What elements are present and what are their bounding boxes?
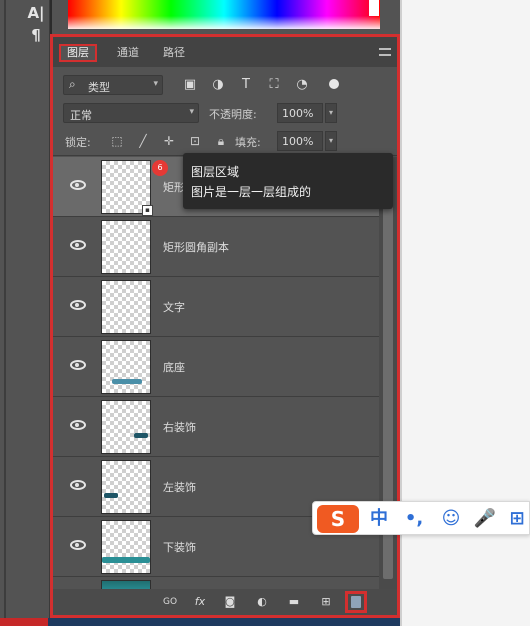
white-swatch[interactable] (369, 0, 379, 16)
blend-row: 正常 ▾ 不透明度: 100% ▾ (53, 101, 397, 125)
filter-type-value: 类型 (88, 81, 110, 94)
layer-thumbnail (101, 340, 151, 394)
fx-icon[interactable]: fx (191, 594, 209, 610)
folder-icon[interactable]: ▬ (285, 594, 303, 610)
blend-mode-value: 正常 (70, 109, 92, 122)
shape-filter-icon[interactable]: ⛶ (265, 76, 283, 94)
layer-thumbnail (101, 280, 151, 334)
panel-menu-icon[interactable] (379, 48, 391, 56)
thumbnail-content (134, 433, 148, 438)
layer-thumbnail (101, 220, 151, 274)
ime-voice-icon[interactable]: 🎤 (471, 507, 499, 531)
tab-layers[interactable]: 图层 (59, 44, 97, 62)
fill-label: 填充: (235, 136, 261, 149)
visibility-eye-icon[interactable] (70, 180, 86, 190)
tools-strip: A| ¶ (0, 0, 50, 626)
adjustment-filter-icon[interactable]: ◑ (209, 76, 227, 94)
visibility-eye-icon[interactable] (70, 240, 86, 250)
layer-name: 右装饰 (163, 421, 196, 434)
layer-thumbnail: ▪ (101, 160, 153, 216)
character-panel-icon[interactable]: A| (26, 4, 46, 22)
tab-channels[interactable]: 通道 (111, 44, 145, 62)
chevron-down-icon: ▾ (153, 79, 158, 89)
lock-row: 锁定: ⬚ ╱ ✛ ⊡ 🔒︎ 填充: 100% ▾ (53, 129, 397, 153)
chevron-down-icon: ▾ (189, 107, 194, 117)
layer-name: 左装饰 (163, 481, 196, 494)
visibility-eye-icon[interactable] (70, 300, 86, 310)
layer-name: 矩形 (163, 181, 185, 194)
layer-name: 底座 (163, 361, 185, 374)
smart-object-icon: ▪ (142, 205, 153, 216)
paragraph-panel-icon[interactable]: ¶ (26, 26, 46, 44)
thumbnail-content (112, 379, 142, 384)
lock-label: 锁定: (65, 136, 91, 149)
mask-icon[interactable]: ◙ (221, 594, 239, 610)
adjustment-icon[interactable]: ◐ (253, 594, 271, 610)
layers-tooltip: 图层区域 图片是一层一层组成的 (183, 153, 393, 209)
tools-divider (4, 0, 6, 626)
visibility-eye-icon[interactable] (70, 420, 86, 430)
layer-thumbnail (101, 580, 151, 589)
trash-icon[interactable] (345, 591, 367, 613)
ime-keyboard-icon[interactable]: ⊞ (505, 507, 529, 531)
opacity-dropdown-button[interactable]: ▾ (325, 103, 337, 123)
lock-all-icon[interactable]: 🔒︎ (213, 133, 229, 149)
layer-thumbnail (101, 460, 151, 514)
layer-thumbnail (101, 520, 151, 574)
layer-name: 下装饰 (163, 541, 196, 554)
layer-row[interactable] (53, 577, 379, 589)
taskbar-strip (0, 618, 400, 626)
filter-toggle-icon[interactable] (329, 79, 339, 89)
lock-artboard-icon[interactable]: ⊡ (187, 133, 203, 149)
visibility-eye-icon[interactable] (70, 540, 86, 550)
sogou-logo-icon[interactable]: S (317, 505, 359, 533)
layer-name: 文字 (163, 301, 185, 314)
color-spectrum[interactable] (68, 0, 380, 29)
layer-thumbnail (101, 400, 151, 454)
link-layers-icon[interactable]: GO (161, 594, 179, 610)
filter-row: ⌕ 类型 ▾ ▣ ◑ T ⛶ ◔ (53, 73, 397, 97)
layer-row[interactable]: 底座 (53, 337, 379, 397)
tooltip-title: 图层区域 (191, 165, 240, 179)
panel-tabbar: 图层 通道 路径 (53, 37, 397, 67)
search-icon: ⌕ (69, 77, 76, 91)
layer-row[interactable]: 矩形圆角副本 (53, 217, 379, 277)
layer-name: 矩形圆角副本 (163, 241, 229, 254)
layers-bottom-bar: GO fx ◙ ◐ ▬ ⊞ (53, 589, 397, 615)
blend-mode-select[interactable]: 正常 ▾ (63, 103, 199, 123)
image-filter-icon[interactable]: ▣ (181, 76, 199, 94)
lock-position-icon[interactable]: ✛ (161, 133, 177, 149)
fill-input[interactable]: 100% (277, 131, 323, 151)
filter-type-select[interactable]: ⌕ 类型 ▾ (63, 75, 163, 95)
thumbnail-content (102, 557, 150, 563)
ime-toolbar: S 中 •, ☺ 🎤 ⊞ (312, 501, 530, 535)
tab-paths[interactable]: 路径 (157, 44, 191, 62)
ime-punctuation-icon[interactable]: •, (399, 507, 429, 531)
lock-transparent-icon[interactable]: ⬚ (109, 133, 125, 149)
smart-object-filter-icon[interactable]: ◔ (293, 76, 311, 94)
lock-pixels-icon[interactable]: ╱ (135, 133, 151, 149)
visibility-eye-icon[interactable] (70, 360, 86, 370)
ime-chinese-mode[interactable]: 中 (365, 507, 393, 531)
ime-emoji-icon[interactable]: ☺ (437, 507, 465, 531)
opacity-label: 不透明度: (209, 108, 257, 121)
visibility-eye-icon[interactable] (70, 480, 86, 490)
new-layer-icon[interactable]: ⊞ (317, 594, 335, 610)
thumbnail-content (104, 493, 118, 498)
color-panel (52, 0, 402, 34)
fill-dropdown-button[interactable]: ▾ (325, 131, 337, 151)
tooltip-badge: 6 (152, 160, 168, 176)
type-filter-icon[interactable]: T (237, 76, 255, 94)
layer-row[interactable]: 文字 (53, 277, 379, 337)
opacity-input[interactable]: 100% (277, 103, 323, 123)
tooltip-text: 图片是一层一层组成的 (191, 185, 312, 199)
layer-row[interactable]: 右装饰 (53, 397, 379, 457)
